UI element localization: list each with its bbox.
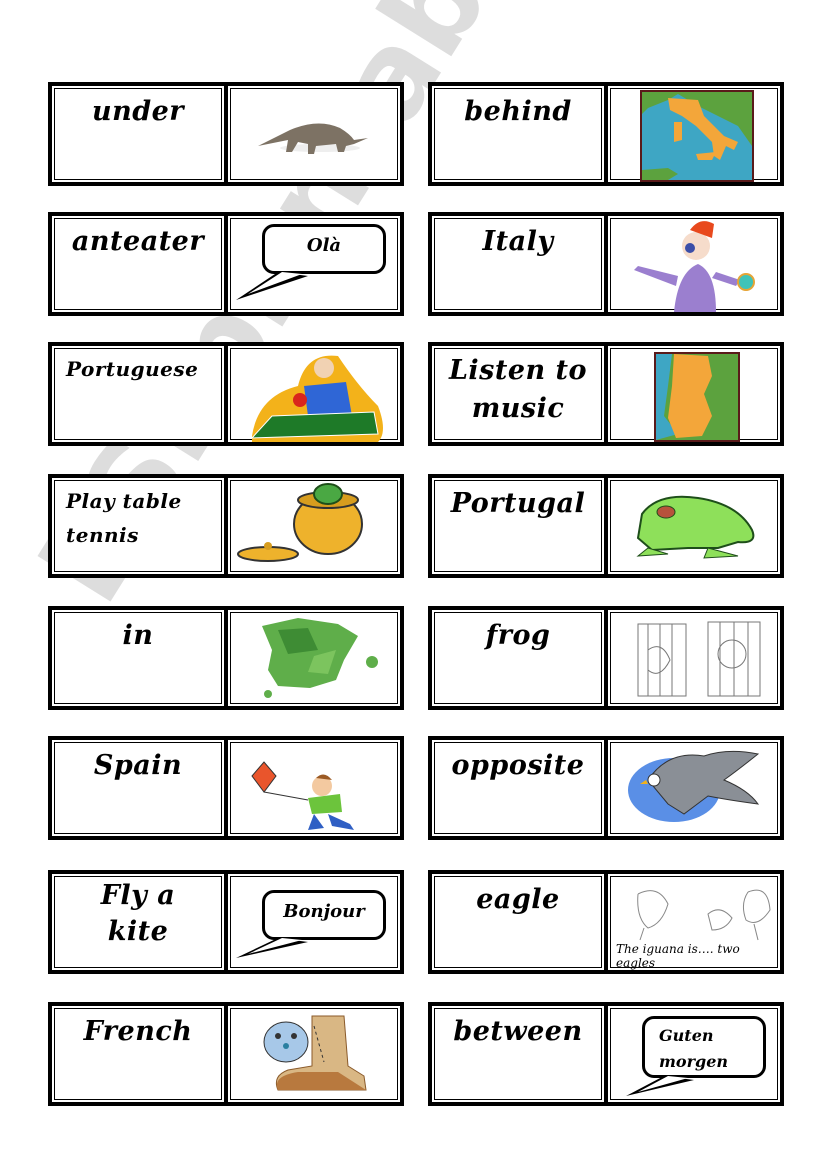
word-cell: Listen to music (432, 346, 604, 442)
word-cell: under (52, 86, 224, 182)
card-word: Fly a kite (100, 880, 176, 947)
picture-cell (228, 346, 400, 442)
card-word: in (122, 620, 154, 651)
frog-in-pot-icon (237, 483, 363, 562)
card-word: frog (485, 620, 551, 651)
word-cell: Italy (432, 216, 604, 312)
picture-cell: Olà (228, 216, 400, 312)
eagle-icon (628, 750, 760, 822)
word-cell: between (432, 1006, 604, 1102)
word-cell: anteater (52, 216, 224, 312)
anteater-icon (258, 123, 368, 154)
domino-card: French (48, 1002, 404, 1106)
card-word: eagle (476, 884, 560, 915)
card-word: Portugal (450, 488, 586, 519)
word-cell: Portuguese (52, 346, 224, 442)
domino-card: between Guten morgen (428, 1002, 784, 1106)
picture-cell (228, 610, 400, 706)
picture-cell (608, 346, 780, 442)
frog-icon (636, 495, 755, 559)
domino-card: under (48, 82, 404, 186)
picture-cell (608, 86, 780, 182)
card-word: Play table tennis (66, 489, 182, 547)
picture-cell: Guten morgen (608, 1006, 780, 1102)
picture-cell (228, 740, 400, 836)
speech-tail (236, 272, 308, 300)
domino-card: Listen to music (428, 342, 784, 446)
card-word: French (83, 1016, 193, 1047)
card-word: behind (464, 96, 572, 127)
word-cell: eagle (432, 874, 604, 970)
domino-card: Italy (428, 212, 784, 316)
word-cell: frog (432, 610, 604, 706)
domino-card: frog (428, 606, 784, 710)
portugal-map-icon (654, 352, 740, 442)
domino-card: eagle The iguana is…. two eagles (428, 870, 784, 974)
speech-tail (626, 1076, 694, 1096)
word-cell: Fly a kite (52, 874, 224, 970)
domino-card: Portuguese (48, 342, 404, 446)
card-word: anteater (71, 226, 205, 257)
speech-tail (236, 938, 308, 958)
card-word: under (91, 96, 185, 127)
domino-card: opposite (428, 736, 784, 840)
lion-cage-sketch-icon (637, 621, 761, 697)
picture-cell (608, 216, 780, 312)
card-word: Spain (93, 750, 183, 781)
picture-cell (228, 1006, 400, 1102)
picture-cell (608, 740, 780, 836)
word-cell: Portugal (432, 478, 604, 574)
domino-card: in (48, 606, 404, 710)
card-word: Listen to music (448, 355, 588, 424)
card-word: Italy (482, 226, 554, 257)
picture-cell (608, 610, 780, 706)
word-cell: Spain (52, 740, 224, 836)
card-word: Portuguese (66, 357, 199, 381)
picture-cell (228, 86, 400, 182)
domino-card: Spain (48, 736, 404, 840)
domino-card: Portugal (428, 474, 784, 578)
card-word: between (453, 1016, 583, 1047)
table-tennis-player-icon (250, 355, 383, 442)
domino-card: anteater Olà (48, 212, 404, 316)
spain-map-icon (262, 618, 378, 698)
domino-card: behind (428, 82, 784, 186)
picture-cell: The iguana is…. two eagles (608, 874, 780, 970)
picture-cell: Bonjour (228, 874, 400, 970)
picture-cell (228, 478, 400, 574)
italy-map-icon (640, 90, 754, 182)
word-cell: French (52, 1006, 224, 1102)
domino-card: Fly a kite Bonjour (48, 870, 404, 974)
picture-cell (608, 478, 780, 574)
word-cell: opposite (432, 740, 604, 836)
word-cell: in (52, 610, 224, 706)
domino-card: Play table tennis (48, 474, 404, 578)
word-cell: behind (432, 86, 604, 182)
card-word: opposite (451, 750, 585, 781)
listening-music-icon (634, 221, 755, 312)
picture-caption: The iguana is…. two eagles (616, 942, 740, 970)
boy-flying-kite-icon (251, 761, 354, 830)
word-cell: Play table tennis (52, 478, 224, 574)
cat-in-boot-icon (263, 1015, 367, 1091)
